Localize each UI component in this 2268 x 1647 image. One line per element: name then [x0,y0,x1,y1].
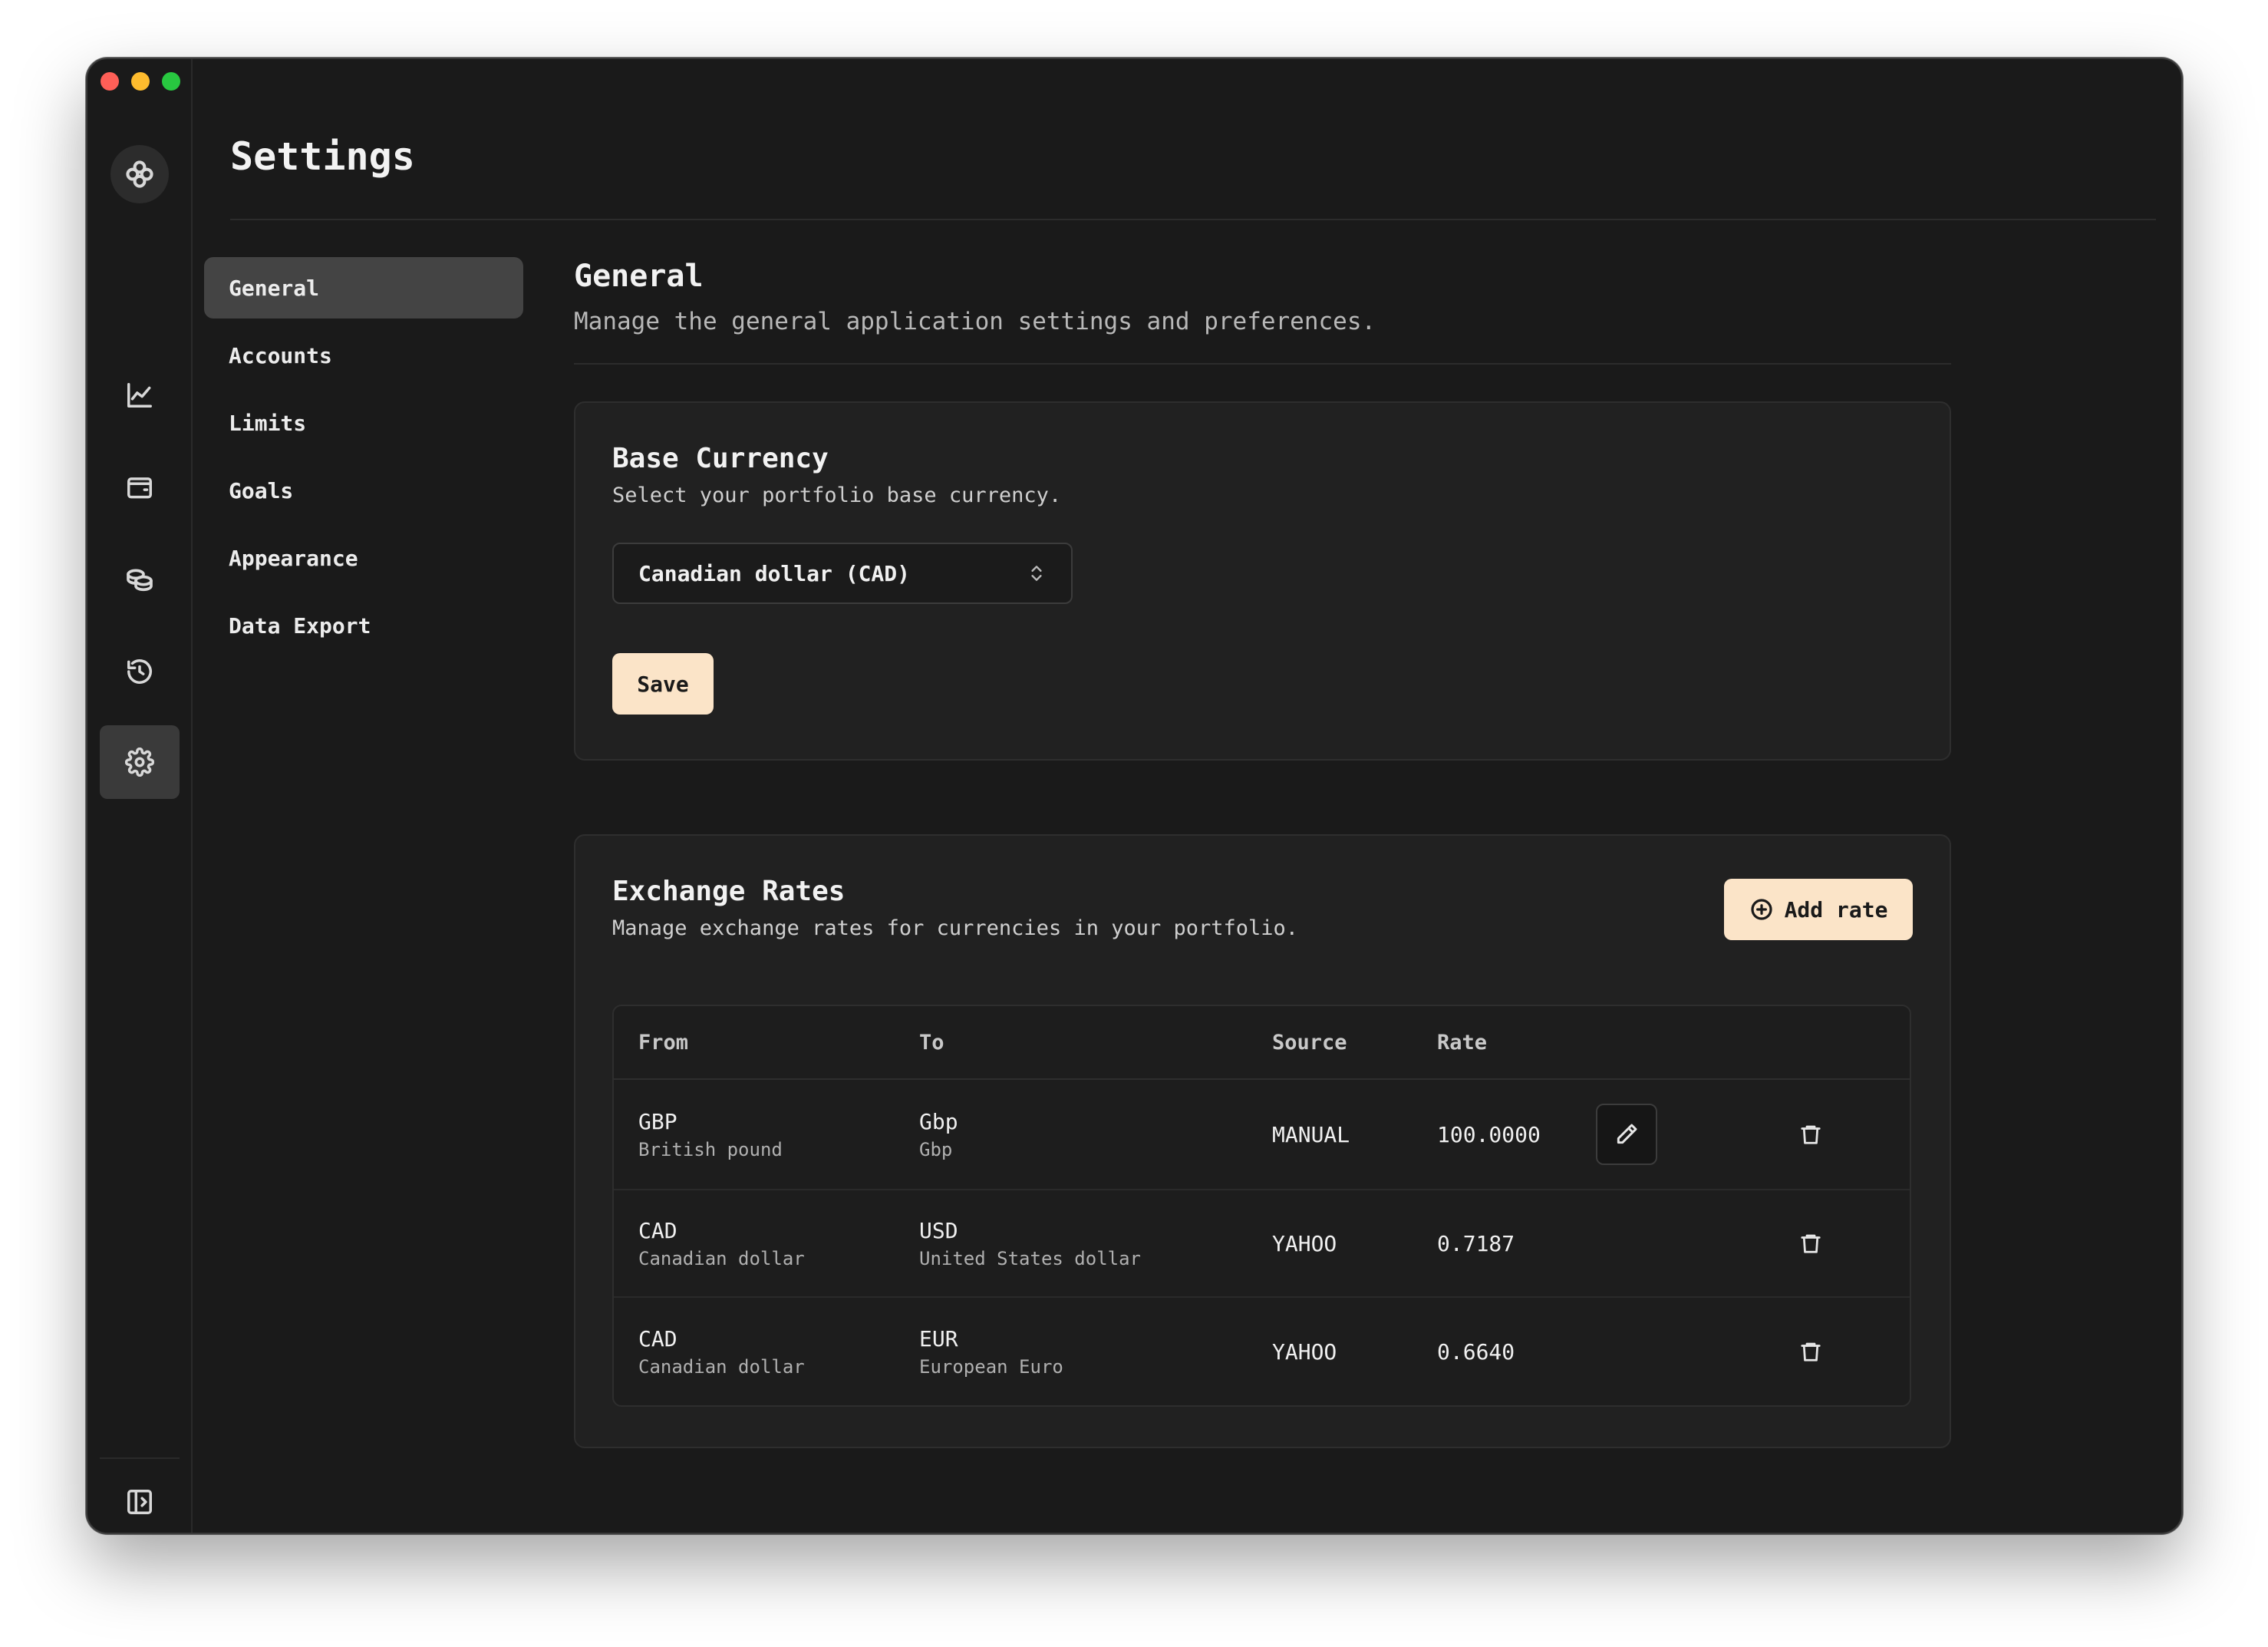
base-currency-title: Base Currency [612,443,829,474]
table-row: CAD Canadian dollar EUR European Euro YA… [614,1298,1910,1405]
rail-item-settings[interactable] [100,725,180,799]
base-currency-description: Select your portfolio base currency. [612,484,1062,507]
from-cell: CAD Canadian dollar [638,1218,805,1269]
column-header-to[interactable]: To [919,1031,944,1055]
rail-item-activity[interactable] [100,635,180,708]
rail-item-accounts[interactable] [100,451,180,524]
delete-rate-button[interactable] [1788,1220,1834,1266]
exchange-rates-table: From To Source Rate GBP British pound Gb… [612,1005,1911,1407]
wallet-icon [127,477,152,499]
section-description: Manage the general application settings … [574,308,1376,335]
sidebar-toggle-button[interactable] [100,1471,180,1533]
to-code: Gbp [919,1108,958,1134]
settings-nav-data-export[interactable]: Data Export [204,595,523,656]
save-button[interactable]: Save [612,653,714,715]
delete-rate-button[interactable] [1788,1328,1834,1375]
page-title: Settings [230,134,415,179]
rail-divider [100,1457,180,1459]
delete-rate-button[interactable] [1788,1111,1834,1157]
section-divider [574,363,1951,365]
exchange-rates-title: Exchange Rates [612,876,846,907]
to-name: Gbp [919,1138,953,1160]
plus-circle-icon [1750,899,1772,920]
to-cell: EUR European Euro [919,1326,1063,1378]
table-header: From To Source Rate [614,1006,1910,1080]
rail-item-holdings[interactable] [100,543,180,616]
from-code: GBP [638,1108,677,1134]
from-code: CAD [638,1325,677,1352]
rail-item-performance[interactable] [100,358,180,432]
base-currency-card: Base Currency Select your portfolio base… [574,401,1951,761]
add-rate-button[interactable]: Add rate [1724,879,1913,940]
to-name: United States dollar [919,1247,1141,1269]
exchange-rates-description: Manage exchange rates for currencies in … [612,916,1299,940]
panel-toggle-icon [127,1490,152,1514]
from-code: CAD [638,1217,677,1243]
from-name: Canadian dollar [638,1355,805,1378]
to-name: European Euro [919,1355,1063,1378]
table-row: GBP British pound Gbp Gbp MANUAL 100.000… [614,1080,1910,1190]
exchange-rates-card: Exchange Rates Manage exchange rates for… [574,834,1951,1448]
from-cell: GBP British pound [638,1109,783,1160]
source-cell: YAHOO [1272,1230,1337,1256]
app-logo-icon[interactable] [110,145,169,203]
coins-icon [127,569,153,592]
settings-nav-general[interactable]: General [204,257,523,319]
section-title: General [574,259,704,294]
pencil-icon [1617,1124,1637,1144]
app-window: Settings General Accounts Limits Goals A… [86,58,2183,1534]
settings-nav-accounts[interactable]: Accounts [204,325,523,386]
trash-icon [1801,1125,1821,1144]
history-icon [127,659,152,684]
to-code: USD [919,1217,958,1243]
column-header-rate[interactable]: Rate [1437,1031,1487,1055]
trash-icon [1801,1234,1821,1253]
from-name: British pound [638,1138,783,1160]
base-currency-value: Canadian dollar (CAD) [638,560,911,586]
to-code: EUR [919,1325,958,1352]
edit-rate-button[interactable] [1596,1104,1657,1165]
column-header-source[interactable]: Source [1272,1031,1347,1055]
from-cell: CAD Canadian dollar [638,1326,805,1378]
settings-nav: General Accounts Limits Goals Appearance… [204,257,523,662]
gear-icon [125,748,154,777]
table-row: CAD Canadian dollar USD United States do… [614,1190,1910,1298]
rate-cell: 0.6640 [1437,1338,1515,1365]
header-divider [230,219,2156,220]
chevron-up-down-icon [1031,566,1042,581]
settings-nav-goals[interactable]: Goals [204,460,523,521]
to-cell: USD United States dollar [919,1218,1141,1269]
source-cell: YAHOO [1272,1338,1337,1365]
base-currency-select[interactable]: Canadian dollar (CAD) [612,543,1073,604]
source-cell: MANUAL [1272,1121,1350,1147]
to-cell: Gbp Gbp [919,1109,958,1160]
chart-line-icon [127,383,152,408]
settings-nav-limits[interactable]: Limits [204,392,523,454]
rate-cell: 100.0000 [1437,1121,1541,1147]
icon-rail [87,59,193,1533]
trash-icon [1801,1342,1821,1361]
from-name: Canadian dollar [638,1247,805,1269]
rate-cell: 0.7187 [1437,1230,1515,1256]
column-header-from[interactable]: From [638,1031,688,1055]
settings-nav-appearance[interactable]: Appearance [204,527,523,589]
add-rate-label: Add rate [1784,896,1888,923]
settings-content: General Manage the general application s… [574,257,1951,1448]
